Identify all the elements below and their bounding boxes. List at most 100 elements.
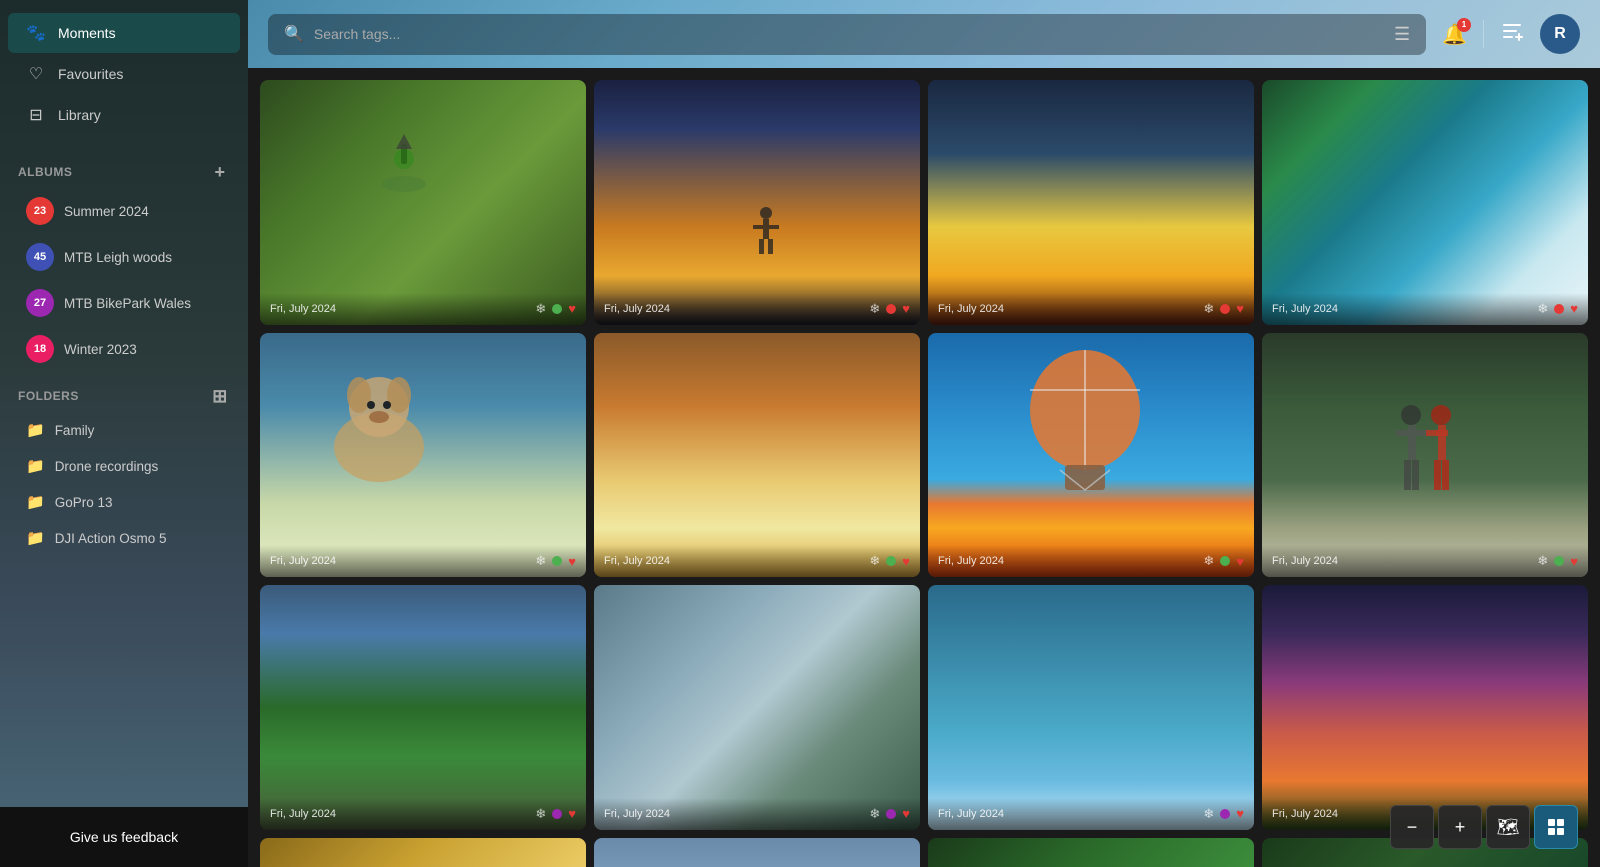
add-folder-button[interactable]: ⊞ — [210, 386, 230, 406]
heart-icon[interactable]: ♥ — [902, 806, 910, 821]
photo-card[interactable]: Fri, July 2024 ❄ ♥ — [260, 333, 586, 578]
folder-icon-family: 📁 — [26, 421, 45, 439]
status-dot — [886, 304, 896, 314]
status-dot — [1220, 556, 1230, 566]
search-input[interactable] — [314, 26, 1384, 42]
snowflake-icon: ❄ — [1537, 301, 1548, 317]
folder-label-family: Family — [55, 423, 95, 438]
albums-header-label: Albums — [18, 165, 72, 179]
photo-card[interactable]: Fri, July 2024 ❄ ♥ — [1262, 333, 1588, 578]
folder-item-gopro[interactable]: 📁 GoPro 13 — [8, 485, 240, 519]
photo-card[interactable]: Fri, July 2024 ❄ ♥ — [1262, 80, 1588, 325]
photo-actions: ❄ ♥ — [1203, 301, 1244, 317]
photo-grid-container[interactable]: Fri, July 2024 ❄ ♥ Fri, July 2024 ❄ — [248, 68, 1600, 867]
photo-card[interactable]: Fri, July 2024 ❄ ♥ — [928, 333, 1254, 578]
avatar-letter: R — [1554, 25, 1566, 43]
album-badge-winter2023: 18 — [26, 335, 54, 363]
folder-item-drone[interactable]: 📁 Drone recordings — [8, 449, 240, 483]
status-dot — [552, 809, 562, 819]
folder-label-gopro: GoPro 13 — [55, 495, 113, 510]
heart-icon[interactable]: ♥ — [568, 301, 576, 316]
photo-actions: ❄ ♥ — [869, 553, 910, 569]
heart-icon[interactable]: ♥ — [902, 554, 910, 569]
album-item-mtb-leigh[interactable]: 45 MTB Leigh woods — [8, 235, 240, 279]
heart-outline-icon: ♡ — [26, 64, 46, 84]
zoom-in-button[interactable]: + — [1438, 805, 1482, 849]
heart-icon[interactable]: ♥ — [1570, 301, 1578, 316]
photo-card[interactable]: Fri, July 2024 ❄ ♥ — [1262, 585, 1588, 830]
status-dot — [1554, 304, 1564, 314]
photo-overlay: Fri, July 2024 ❄ ♥ — [1262, 545, 1588, 577]
main-content: 🔍 ☰ 🔔 1 R — [248, 0, 1600, 867]
photo-card[interactable]: Fri, July 2024 ❄ ♥ — [594, 838, 920, 867]
heart-icon[interactable]: ♥ — [1570, 554, 1578, 569]
sidebar-item-moments[interactable]: 🐾 Moments — [8, 13, 240, 53]
snowflake-icon: ❄ — [869, 301, 880, 317]
folder-item-family[interactable]: 📁 Family — [8, 413, 240, 447]
album-count-summer2024: 23 — [34, 205, 46, 217]
album-item-winter2023[interactable]: 18 Winter 2023 — [8, 327, 240, 371]
heart-icon[interactable]: ♥ — [902, 301, 910, 316]
photo-content: Fri, July 2024 ❄ ♥ — [928, 80, 1254, 325]
album-count-winter2023: 18 — [34, 343, 46, 355]
heart-icon[interactable]: ♥ — [568, 554, 576, 569]
photo-date: Fri, July 2024 — [604, 555, 670, 567]
notification-button[interactable]: 🔔 1 — [1442, 22, 1467, 47]
snowflake-icon: ❄ — [1537, 553, 1548, 569]
folder-icon-dji: 📁 — [26, 529, 45, 547]
status-dot — [886, 809, 896, 819]
photo-overlay: Fri, July 2024 ❄ ♥ — [260, 293, 586, 325]
photo-date: Fri, July 2024 — [270, 303, 336, 315]
album-count-mtb-bikepark: 27 — [34, 297, 46, 309]
photo-card[interactable]: Fri, July 2024 ❄ ♥ — [260, 80, 586, 325]
album-item-mtb-bikepark[interactable]: 27 MTB BikePark Wales — [8, 281, 240, 325]
sidebar-item-library[interactable]: ⊟ Library — [8, 95, 240, 135]
photo-card[interactable]: Fri, July 2024 ❄ ♥ — [594, 333, 920, 578]
photo-actions: ❄ ♥ — [1537, 301, 1578, 317]
photo-card[interactable]: Fri, July 2024 ❄ ♥ — [594, 80, 920, 325]
photo-card[interactable]: Fri, July 2024 ❄ ♥ — [928, 80, 1254, 325]
album-count-mtb-leigh: 45 — [34, 251, 46, 263]
album-item-summer2024[interactable]: 23 Summer 2024 — [8, 189, 240, 233]
add-playlist-button[interactable] — [1500, 19, 1524, 49]
photo-overlay: Fri, July 2024 ❄ ♥ — [260, 545, 586, 577]
album-label-mtb-leigh: MTB Leigh woods — [64, 250, 172, 265]
map-icon: 🗺 — [1497, 817, 1520, 838]
photo-content: Fri, July 2024 ❄ ♥ — [1262, 585, 1588, 830]
heart-icon[interactable]: ♥ — [1236, 554, 1244, 569]
photo-card[interactable]: Fri, July 2024 ❄ ♥ — [928, 838, 1254, 867]
photo-card[interactable]: Fri, July 2024 ❄ ♥ — [594, 585, 920, 830]
photo-date: Fri, July 2024 — [270, 808, 336, 820]
photo-content: Fri, July 2024 ❄ ♥ — [594, 838, 920, 867]
photo-grid: Fri, July 2024 ❄ ♥ Fri, July 2024 ❄ — [260, 80, 1588, 867]
photo-card[interactable]: Fri, July 2024 ❄ ♥ — [260, 585, 586, 830]
photo-content: Fri, July 2024 ❄ ♥ — [260, 585, 586, 830]
sidebar: 🐾 Moments ♡ Favourites ⊟ Library Albums … — [0, 0, 248, 867]
add-album-button[interactable]: + — [210, 162, 230, 182]
notification-count: 1 — [1462, 20, 1466, 29]
feedback-button[interactable]: Give us feedback — [0, 807, 248, 867]
photo-overlay: Fri, July 2024 ❄ ♥ — [1262, 293, 1588, 325]
grid-view-button[interactable] — [1534, 805, 1578, 849]
zoom-in-label: + — [1455, 817, 1466, 838]
snowflake-icon: ❄ — [535, 806, 546, 822]
album-label-winter2023: Winter 2023 — [64, 342, 137, 357]
folder-item-dji[interactable]: 📁 DJI Action Osmo 5 — [8, 521, 240, 555]
avatar[interactable]: R — [1540, 14, 1580, 54]
feedback-label: Give us feedback — [70, 829, 178, 845]
photo-card[interactable]: Fri, July 2024 ❄ ♥ — [928, 585, 1254, 830]
folder-label-dji: DJI Action Osmo 5 — [55, 531, 167, 546]
zoom-out-button[interactable]: − — [1390, 805, 1434, 849]
library-icon: ⊟ — [26, 105, 46, 125]
heart-icon[interactable]: ♥ — [1236, 301, 1244, 316]
map-view-button[interactable]: 🗺 — [1486, 805, 1530, 849]
sidebar-item-favourites[interactable]: ♡ Favourites — [8, 54, 240, 94]
heart-icon[interactable]: ♥ — [568, 806, 576, 821]
filter-icon[interactable]: ☰ — [1394, 24, 1410, 45]
topbar-actions: 🔔 1 R — [1442, 14, 1580, 54]
search-bar[interactable]: 🔍 ☰ — [268, 14, 1426, 55]
photo-card[interactable]: Fri, July 2024 ❄ ♥ — [260, 838, 586, 867]
heart-icon[interactable]: ♥ — [1236, 806, 1244, 821]
photo-content: Fri, July 2024 ❄ ♥ — [594, 585, 920, 830]
photo-overlay: Fri, July 2024 ❄ ♥ — [594, 545, 920, 577]
